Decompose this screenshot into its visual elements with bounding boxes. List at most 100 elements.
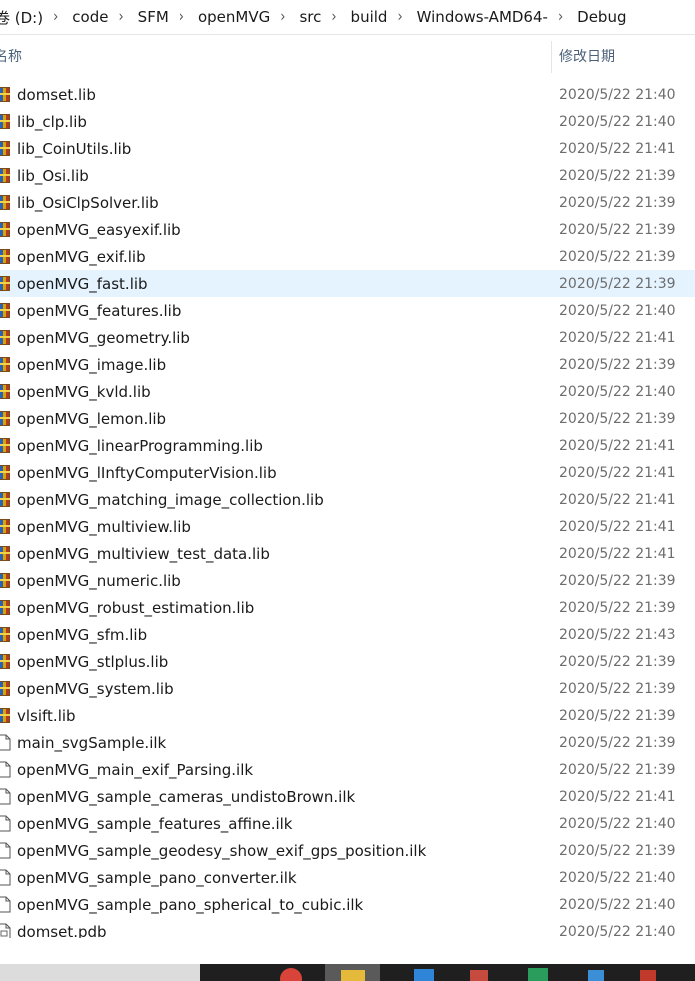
file-row[interactable]: openMVG_sample_geodesy_show_exif_gps_pos… [0,837,695,864]
breadcrumb-item[interactable]: openMVG [190,8,274,26]
file-row[interactable]: openMVG_lInftyComputerVision.lib 2020/5/2… [0,459,695,486]
file-modified-date: 2020/5/22 21:39 [559,653,676,670]
library-file-icon [0,464,12,481]
library-file-icon [0,707,12,724]
file-name: openMVG_features.lib [17,301,182,320]
file-modified-date: 2020/5/22 21:39 [559,599,676,616]
file-row[interactable]: openMVG_matching_image_collection.lib 202… [0,486,695,513]
breadcrumb-chevron-icon[interactable]: › [391,8,408,26]
breadcrumb-chevron-icon[interactable]: › [325,8,342,26]
file-modified-date: 2020/5/22 21:43 [559,626,676,643]
file-row[interactable]: lib_clp.lib 2020/5/22 21:40 [0,108,695,135]
folder-icon[interactable] [341,970,365,981]
file-name: openMVG_system.lib [17,679,174,698]
file-name: domset.pdb [17,922,107,939]
breadcrumb-item[interactable]: code [64,8,112,26]
file-row[interactable]: openMVG_sfm.lib 2020/5/22 21:43 [0,621,695,648]
library-file-icon [0,626,12,643]
file-row[interactable]: lib_CoinUtils.lib 2020/5/22 21:41 [0,135,695,162]
file-name: openMVG_sample_geodesy_show_exif_gps_pos… [17,841,427,860]
file-modified-date: 2020/5/22 21:39 [559,248,676,265]
file-name: lib_clp.lib [17,112,87,131]
file-modified-date: 2020/5/22 21:39 [559,572,676,589]
breadcrumb-item[interactable]: build [343,8,392,26]
file-modified-date: 2020/5/22 21:39 [559,275,676,292]
library-file-icon [0,437,12,454]
file-name: openMVG_lemon.lib [17,409,167,428]
breadcrumb-chevron-icon[interactable]: › [47,8,64,26]
breadcrumb-chevron-icon[interactable]: › [274,8,291,26]
file-row[interactable]: domset.pdb 2020/5/22 21:40 [0,918,695,938]
taskbar-app-icon[interactable] [640,970,656,981]
taskbar-app-icon[interactable] [588,970,604,981]
file-modified-date: 2020/5/22 21:39 [559,194,676,211]
file-modified-date: 2020/5/22 21:41 [559,545,676,562]
library-file-icon [0,383,12,400]
file-name: lib_OsiClpSolver.lib [17,193,159,212]
blank-file-icon [0,788,12,805]
breadcrumb-chevron-icon[interactable]: › [552,8,569,26]
file-name: openMVG_matching_image_collection.lib [17,490,324,509]
taskbar-app-icon[interactable] [470,970,488,981]
blank-file-icon [0,842,12,859]
breadcrumb-item[interactable]: 卷 (D:) [0,7,47,28]
taskbar-app-icon[interactable] [528,968,548,981]
file-row[interactable]: openMVG_exif.lib 2020/5/22 21:39 [0,243,695,270]
file-row[interactable]: lib_Osi.lib 2020/5/22 21:39 [0,162,695,189]
file-name: openMVG_kvld.lib [17,382,151,401]
library-file-icon [0,599,12,616]
breadcrumb-item[interactable]: SFM [130,8,173,26]
taskbar-app-button[interactable] [200,964,325,981]
breadcrumb-item[interactable]: src [291,8,325,26]
breadcrumb-chevron-icon[interactable]: › [173,8,190,26]
column-header-name[interactable]: 名称 [0,35,551,77]
file-name: openMVG_main_exif_Parsing.ilk [17,760,254,779]
breadcrumb-item[interactable]: Windows-AMD64- [409,8,552,26]
file-modified-date: 2020/5/22 21:40 [559,869,676,886]
column-divider[interactable] [551,41,552,73]
file-row[interactable]: domset.lib 2020/5/22 21:40 [0,81,695,108]
file-row[interactable]: openMVG_easyexif.lib 2020/5/22 21:39 [0,216,695,243]
file-name: openMVG_fast.lib [17,274,148,293]
file-row[interactable]: openMVG_sample_cameras_undistoBrown.ilk 2… [0,783,695,810]
file-row[interactable]: openMVG_fast.lib 2020/5/22 21:39 [0,270,695,297]
file-name: domset.lib [17,85,96,104]
file-modified-date: 2020/5/22 21:41 [559,491,676,508]
file-row[interactable]: openMVG_geometry.lib 2020/5/22 21:41 [0,324,695,351]
file-row[interactable]: openMVG_linearProgramming.lib 2020/5/22 2… [0,432,695,459]
taskbar-app-icon[interactable] [414,969,434,981]
file-row[interactable]: vlsift.lib 2020/5/22 21:39 [0,702,695,729]
file-modified-date: 2020/5/22 21:40 [559,923,676,939]
file-row[interactable]: openMVG_multiview_test_data.lib 2020/5/22… [0,540,695,567]
file-name: main_svgSample.ilk [17,733,167,752]
file-row[interactable]: openMVG_lemon.lib 2020/5/22 21:39 [0,405,695,432]
file-row[interactable]: openMVG_kvld.lib 2020/5/22 21:40 [0,378,695,405]
column-date-label: 修改日期 [559,49,615,65]
file-modified-date: 2020/5/22 21:39 [559,356,676,373]
file-row[interactable]: openMVG_sample_features_affine.ilk 2020/5… [0,810,695,837]
file-row[interactable]: openMVG_image.lib 2020/5/22 21:39 [0,351,695,378]
address-bar[interactable]: 卷 (D:)›code›SFM›openMVG›src›build›Window… [0,0,695,35]
file-modified-date: 2020/5/22 21:40 [559,896,676,913]
file-row[interactable]: openMVG_robust_estimation.lib 2020/5/22 2… [0,594,695,621]
file-row[interactable]: openMVG_multiview.lib 2020/5/22 21:41 [0,513,695,540]
breadcrumb-chevron-icon[interactable]: › [112,8,129,26]
file-modified-date: 2020/5/22 21:40 [559,815,676,832]
library-file-icon [0,329,12,346]
breadcrumb-item[interactable]: Debug [569,8,630,26]
library-file-icon [0,302,12,319]
file-row[interactable]: openMVG_features.lib 2020/5/22 21:40 [0,297,695,324]
file-row[interactable]: openMVG_sample_pano_converter.ilk 2020/5/… [0,864,695,891]
file-name: openMVG_numeric.lib [17,571,181,590]
blank-file-icon [0,869,12,886]
file-row[interactable]: openMVG_numeric.lib 2020/5/22 21:39 [0,567,695,594]
file-row[interactable]: openMVG_system.lib 2020/5/22 21:39 [0,675,695,702]
library-file-icon [0,653,12,670]
file-row[interactable]: openMVG_sample_pano_spherical_to_cubic.i… [0,891,695,918]
library-file-icon [0,194,12,211]
file-row[interactable]: main_svgSample.ilk 2020/5/22 21:39 [0,729,695,756]
column-header-date[interactable]: 修改日期 [559,35,615,77]
file-row[interactable]: openMVG_stlplus.lib 2020/5/22 21:39 [0,648,695,675]
file-row[interactable]: openMVG_main_exif_Parsing.ilk 2020/5/22 2… [0,756,695,783]
file-row[interactable]: lib_OsiClpSolver.lib 2020/5/22 21:39 [0,189,695,216]
